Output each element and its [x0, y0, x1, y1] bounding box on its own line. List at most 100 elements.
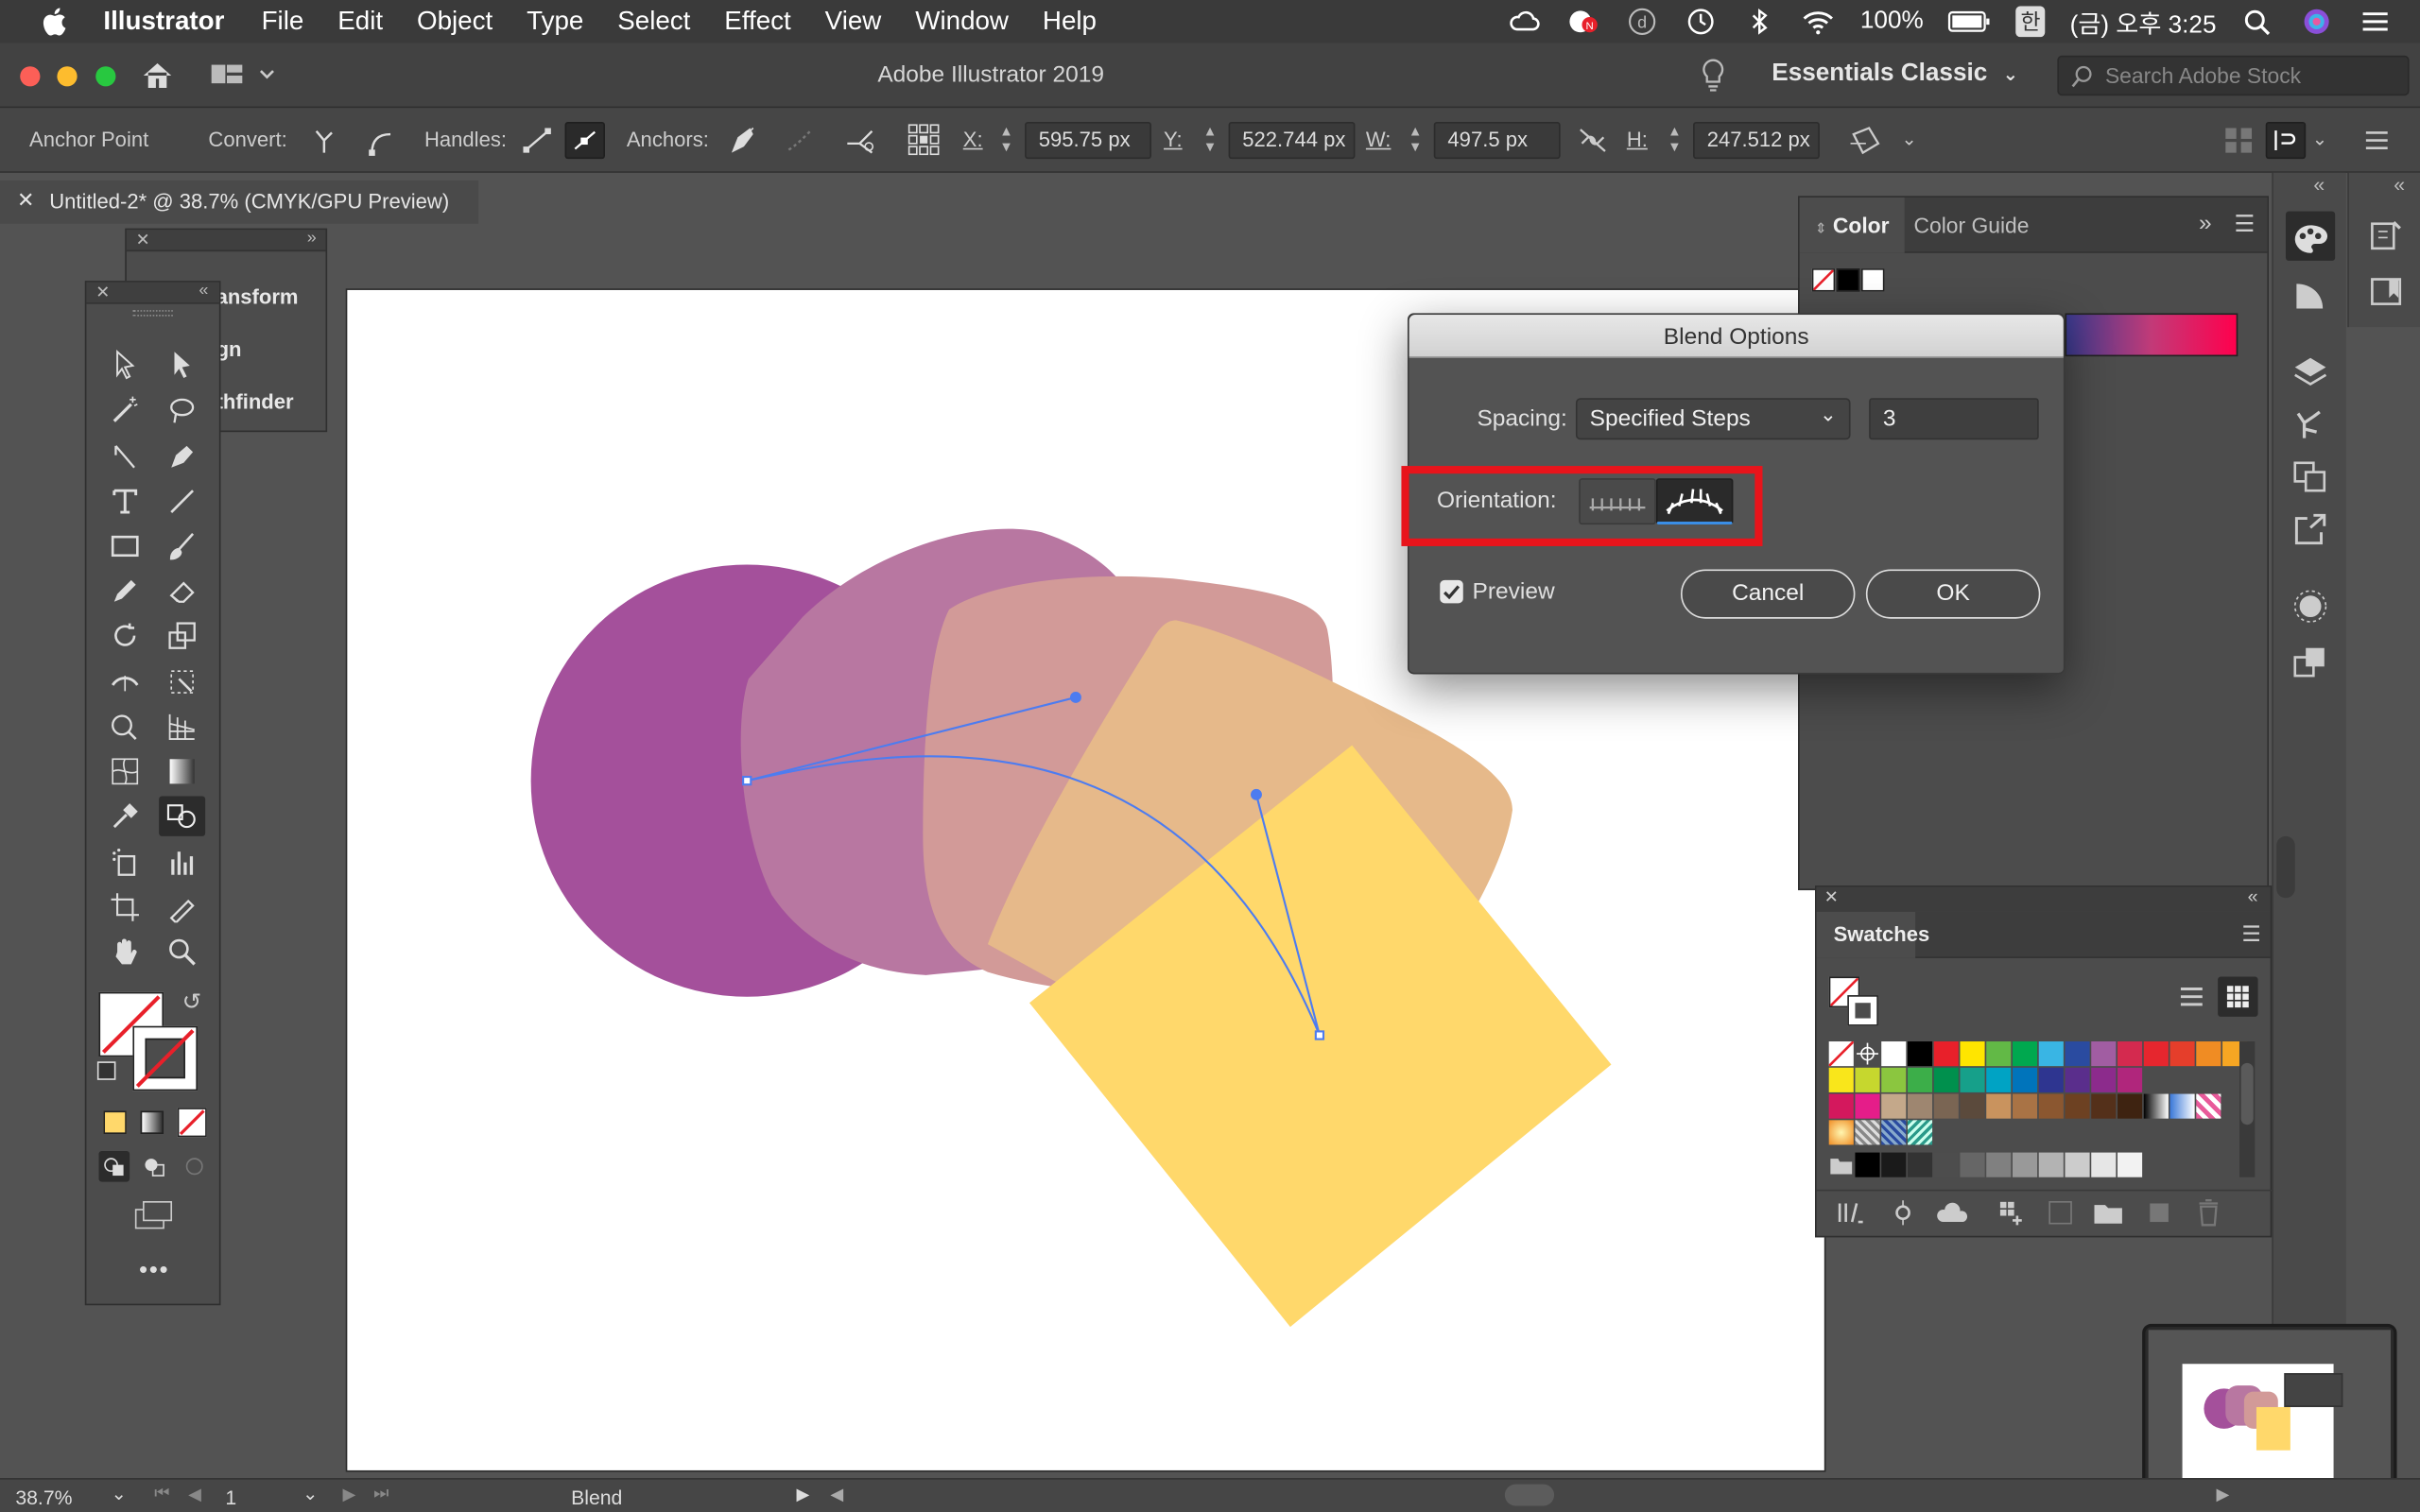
swatch[interactable] [2065, 1093, 2090, 1119]
swatch-pattern[interactable] [1907, 1120, 1933, 1145]
swatch-pattern[interactable] [2196, 1093, 2221, 1119]
zoom-tool-icon[interactable] [159, 932, 205, 971]
expand-panel-icon[interactable]: » [2199, 210, 2212, 236]
pencil-tool-icon[interactable] [102, 571, 148, 610]
show-swatch-kinds-icon[interactable] [1888, 1197, 1919, 1228]
spotlight-search-icon[interactable] [2241, 8, 2275, 36]
scroll-right-icon[interactable]: ▶ [2216, 1485, 2229, 1504]
tools-panel-header[interactable]: ✕ « [86, 281, 219, 304]
swatch[interactable] [2143, 1041, 2169, 1067]
swatch-gradient[interactable] [2143, 1093, 2169, 1119]
none-mode-button[interactable] [177, 1108, 207, 1138]
dictionary-icon[interactable]: d [1626, 8, 1660, 35]
tab-color-guide[interactable]: Color Guide [1898, 198, 2045, 253]
align-icon[interactable] [2220, 122, 2259, 159]
cc-libraries-icon[interactable] [2367, 275, 2404, 309]
panel-tab-transform[interactable]: ansform [216, 285, 299, 308]
slice-tool-icon[interactable] [159, 887, 205, 927]
swatch[interactable] [1986, 1067, 2012, 1092]
swatch[interactable] [2091, 1067, 2117, 1092]
color-spectrum[interactable] [2065, 313, 2238, 357]
symbol-sprayer-tool-icon[interactable] [102, 842, 148, 882]
siri-icon[interactable] [2300, 8, 2334, 35]
menu-file[interactable]: File [262, 7, 304, 38]
layers-icon[interactable] [2291, 355, 2328, 389]
swatch[interactable] [2169, 1041, 2195, 1067]
swatch[interactable] [2038, 1093, 2064, 1119]
status-menu-icon[interactable]: ▶ [796, 1485, 809, 1504]
menu-type[interactable]: Type [527, 7, 583, 38]
isolate-icon[interactable] [2265, 121, 2307, 160]
swatch[interactable] [1855, 1093, 1880, 1119]
tab-color[interactable]: ⇕ Color [1799, 197, 1905, 253]
collapse-swatches-icon[interactable]: « [2248, 885, 2258, 907]
libraries-icon[interactable] [2291, 407, 2328, 441]
control-panel-menu-icon[interactable] [2357, 122, 2396, 159]
time-machine-icon[interactable] [1685, 8, 1719, 35]
close-document-icon[interactable]: ✕ [17, 188, 34, 213]
notification-app-icon[interactable]: N [1567, 8, 1601, 35]
swatch[interactable] [1933, 1067, 1959, 1092]
swatch-gradient[interactable] [2169, 1093, 2195, 1119]
swatch[interactable] [1828, 1093, 1854, 1119]
artboard-chevron-icon[interactable]: ⌄ [302, 1483, 318, 1504]
tab-swatches[interactable]: Swatches [1816, 911, 1929, 958]
menu-edit[interactable]: Edit [337, 7, 383, 38]
previous-artboard-icon[interactable]: ◀ [188, 1485, 201, 1504]
transform-icon[interactable] [1847, 122, 1887, 159]
reference-point-icon[interactable] [905, 122, 944, 159]
x-field[interactable]: 595.75 px [1025, 121, 1151, 160]
artboard-tool-icon[interactable] [102, 887, 148, 927]
color-guide-icon[interactable] [2291, 278, 2328, 312]
swatch[interactable] [1960, 1067, 1985, 1092]
remove-anchor-icon[interactable] [722, 122, 762, 159]
menu-effect[interactable]: Effect [724, 7, 790, 38]
close-panel-icon[interactable]: ✕ [136, 230, 150, 250]
panel-menu-icon[interactable]: ☰ [2234, 210, 2255, 238]
close-tools-icon[interactable]: ✕ [95, 283, 110, 302]
swatch[interactable] [1960, 1093, 1985, 1119]
swatch-gray[interactable] [1960, 1152, 1985, 1177]
steps-input[interactable]: 3 [1869, 398, 2039, 440]
line-tool-icon[interactable] [159, 481, 205, 521]
bluetooth-icon[interactable] [1743, 8, 1777, 35]
scale-tool-icon[interactable] [159, 615, 205, 655]
swatch-gray[interactable] [1986, 1152, 2012, 1177]
direct-selection-tool-icon[interactable] [159, 344, 205, 384]
zoom-level[interactable]: 38.7% [15, 1486, 72, 1508]
eyedropper-tool-icon[interactable] [102, 796, 148, 835]
artboard-number[interactable]: 1 [225, 1486, 236, 1508]
navigator-thumbnail[interactable] [2142, 1323, 2397, 1487]
swatch-gradient[interactable] [1828, 1120, 1854, 1145]
panel-header[interactable]: ✕ » [126, 229, 326, 252]
swatch[interactable] [1881, 1093, 1907, 1119]
swatch[interactable] [2196, 1041, 2221, 1067]
convert-to-smooth-icon[interactable] [359, 122, 399, 159]
last-artboard-icon[interactable]: ⏭ [373, 1485, 389, 1504]
notification-center-icon[interactable] [2359, 8, 2393, 35]
swatch[interactable] [2118, 1067, 2143, 1092]
color-white-swatch[interactable] [1860, 268, 1885, 292]
color-mode-button[interactable] [103, 1110, 127, 1134]
swatch[interactable] [1907, 1067, 1933, 1092]
swatch-none[interactable] [1827, 1040, 1855, 1068]
dock2-collapse-icon[interactable]: « [2394, 173, 2405, 196]
panel-tab-pathfinder[interactable]: thfinder [216, 390, 294, 413]
pen-tool-icon[interactable] [159, 437, 205, 476]
new-folder-icon[interactable] [2091, 1197, 2125, 1228]
swatch-pattern[interactable] [1855, 1120, 1880, 1145]
convert-to-corner-icon[interactable] [304, 122, 344, 159]
swatch-gray[interactable] [1881, 1152, 1907, 1177]
list-view-icon[interactable] [2171, 976, 2211, 1016]
apple-icon[interactable] [39, 5, 73, 39]
draw-inside-icon[interactable] [179, 1151, 210, 1182]
swatch[interactable] [1960, 1041, 1985, 1067]
draw-behind-icon[interactable] [139, 1151, 170, 1182]
swatch[interactable] [2091, 1093, 2117, 1119]
lightbulb-icon[interactable] [1700, 57, 1727, 94]
input-method-indicator[interactable]: 한 [2015, 6, 2046, 38]
selection-tool-icon[interactable] [102, 344, 148, 384]
horizontal-scrollbar-thumb[interactable] [1504, 1484, 1555, 1506]
export-icon[interactable] [2291, 512, 2328, 546]
swatch-gray[interactable] [1933, 1152, 1959, 1177]
